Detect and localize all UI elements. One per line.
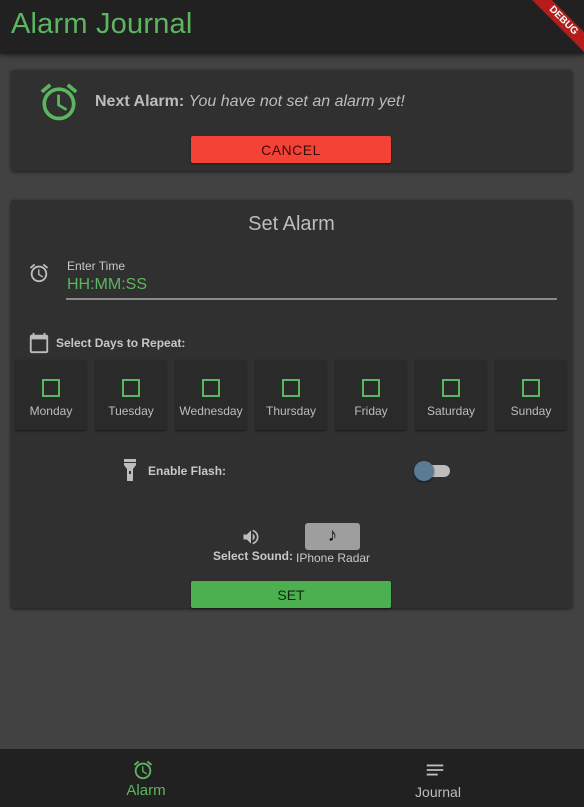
next-alarm-value: You have not set an alarm yet! [188,93,405,110]
notes-icon [426,764,444,776]
calendar-icon [29,332,49,354]
day-label: Friday [354,404,388,418]
flashlight-icon [124,459,136,481]
volume-icon [243,529,259,545]
day-checkbox[interactable] [202,379,220,397]
nav-label-journal: Journal [415,784,461,800]
day-friday[interactable]: Friday [336,360,406,430]
day-thursday[interactable]: Thursday [256,360,326,430]
app-title: Alarm Journal [11,8,193,40]
sound-label: Select Sound: [213,549,294,563]
music-note-icon: ♪ [327,525,338,546]
time-input[interactable] [66,272,557,300]
day-checkbox[interactable] [42,379,60,397]
day-tuesday[interactable]: Tuesday [96,360,166,430]
alarm-icon [133,760,153,780]
day-checkbox[interactable] [362,379,380,397]
select-sound-button[interactable]: ♪ [305,523,360,550]
cancel-button[interactable]: CANCEL [191,136,391,163]
nav-label-alarm: Alarm [126,782,166,799]
debug-banner-wrap: DEBUG [524,0,584,60]
day-label: Saturday [426,404,476,418]
day-checkbox[interactable] [522,379,540,397]
alarm-icon [40,83,78,121]
day-checkbox[interactable] [282,379,300,397]
days-row: Monday Tuesday Wednesday Thursday Friday… [16,360,568,430]
day-checkbox[interactable] [442,379,460,397]
day-label: Monday [29,404,73,418]
day-wednesday[interactable]: Wednesday [176,360,246,430]
flash-toggle-knob[interactable] [414,461,434,481]
day-monday[interactable]: Monday [16,360,86,430]
next-alarm-card: Next Alarm: You have not set an alarm ye… [11,70,572,171]
time-field-label: Enter Time [67,259,126,273]
day-sunday[interactable]: Sunday [496,360,566,430]
bottom-nav: Alarm Journal [0,749,584,807]
nav-item-alarm[interactable]: Alarm [0,749,292,807]
next-alarm-label: Next Alarm: [95,93,185,110]
set-alarm-card: Set Alarm Enter Time Select Days to Repe… [11,200,572,608]
day-label: Sunday [510,404,552,418]
days-label: Select Days to Repeat: [56,336,186,350]
flash-label: Enable Flash: [148,464,227,478]
day-label: Wednesday [179,404,243,418]
next-alarm-text: Next Alarm: You have not set an alarm ye… [95,93,405,111]
alarm-clock-icon [29,263,49,283]
day-label: Thursday [265,404,317,418]
set-alarm-title: Set Alarm [248,213,335,235]
set-button[interactable]: SET [191,581,391,608]
nav-item-journal[interactable]: Journal [292,749,584,807]
sound-name: IPhone Radar [296,551,371,565]
day-saturday[interactable]: Saturday [416,360,486,430]
debug-banner: DEBUG [526,0,584,58]
app-bar: Alarm Journal DEBUG [0,0,584,58]
day-checkbox[interactable] [122,379,140,397]
day-label: Tuesday [108,404,154,418]
